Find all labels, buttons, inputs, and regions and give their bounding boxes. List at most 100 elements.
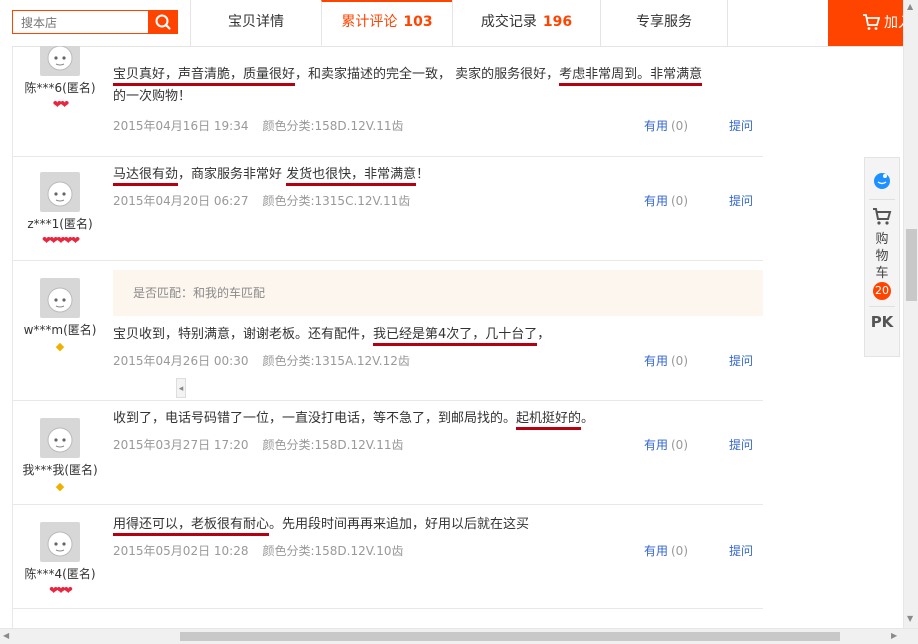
tab-item-details[interactable]: 宝贝详情 — [190, 0, 321, 46]
scroll-up-icon[interactable]: ▲ — [907, 2, 913, 12]
review-spec: 颜色分类:158D.12V.11齿 — [262, 119, 404, 133]
review-text-part: 收到了，电话号码错了一位，一直没打电话，等不急了，到邮局找的。 — [113, 411, 517, 426]
horizontal-scrollbar[interactable]: ◀ ▶ — [0, 628, 918, 644]
avatar — [40, 418, 80, 458]
tab-label: 累计评论 — [341, 14, 398, 30]
scroll-down-icon[interactable]: ▼ — [907, 614, 913, 624]
review-highlight: 考虑非常周到。非常满意 — [559, 67, 703, 86]
review-spec: 颜色分类:1315A.12V.12齿 — [262, 354, 410, 368]
useful-button[interactable]: 有用 (0) — [644, 352, 688, 370]
buyer-level-badge: ❤❤❤ — [49, 584, 73, 597]
side-cart-button[interactable]: 购物车 20 — [865, 206, 899, 300]
review-highlight: 用得还可以，老板很有耐心 — [113, 517, 270, 536]
review-highlight: 我已经是第4次了，几十台了 — [373, 327, 538, 346]
review-item: 陈***6(匿名) ❤❤ 宝贝真好，声音清脆，质量很好，和卖家描述的完全一致， … — [12, 46, 763, 157]
review-highlight: 起机挺好的 — [516, 411, 582, 430]
ask-question-link[interactable]: 提问 — [729, 192, 753, 210]
review-content: 收到了，电话号码错了一位，一直没打电话，等不急了，到邮局找的。起机挺好的。 20… — [113, 408, 763, 454]
review-content: 马达很有劲，商家服务非常好 发货也很快，非常满意！ 2015年04月20日 06… — [113, 164, 763, 210]
review-text: 用得还可以，老板很有耐心。先用段时间再再来追加，好用以后就在这买 — [113, 514, 763, 536]
shop-search-input[interactable] — [19, 12, 143, 34]
buyer-level-badge: ❤❤❤❤❤ — [41, 234, 80, 247]
useful-label: 有用 — [643, 438, 668, 452]
review-meta: 2015年04月16日 19:34 颜色分类:158D.12V.11齿 有用 (0)… — [113, 117, 763, 135]
buyer-level-badge: ◆ — [55, 480, 65, 493]
ask-question-link[interactable]: 提问 — [729, 352, 753, 370]
chat-button[interactable] — [865, 170, 899, 193]
useful-count: (0) — [671, 194, 688, 208]
reviewer-name: w***m(匿名) — [23, 323, 97, 337]
review-list: 陈***6(匿名) ❤❤ 宝贝真好，声音清脆，质量很好，和卖家描述的完全一致， … — [0, 46, 903, 630]
buyer-level-badge: ◆ — [55, 340, 65, 353]
add-to-cart-label: 加入购物车 — [884, 15, 903, 31]
scroll-left-icon[interactable]: ◀ — [3, 631, 9, 641]
review-date: 2015年04月16日 19:34 — [113, 119, 249, 133]
review-highlight: 马达很有劲 — [113, 167, 179, 186]
review-meta: 2015年05月02日 10:28 颜色分类:158D.12V.10齿 有用 (0)… — [113, 542, 763, 560]
useful-count: (0) — [671, 438, 688, 452]
review-item: w***m(匿名) ◆ 是否匹配：和我的车匹配 宝贝收到，特别满意，谢谢老板。还… — [12, 260, 763, 401]
scroll-right-icon[interactable]: ▶ — [891, 631, 897, 641]
reviewer-name: 陈***4(匿名) — [24, 567, 96, 581]
review-text: 宝贝收到，特别满意，谢谢老板。还有配件，我已经是第4次了，几十台了， — [113, 324, 763, 346]
avatar — [40, 46, 80, 76]
collapse-handle[interactable]: ◂ — [176, 378, 186, 398]
ask-question-link[interactable]: 提问 — [729, 436, 753, 454]
review-text-part: 宝贝收到，特别满意，谢谢老板。还有配件， — [113, 327, 374, 342]
review-content: 是否匹配：和我的车匹配 宝贝收到，特别满意，谢谢老板。还有配件，我已经是第4次了… — [113, 270, 763, 370]
tab-services[interactable]: 专享服务 — [600, 0, 728, 46]
review-text-part: 。 — [581, 411, 595, 426]
useful-label: 有用 — [643, 194, 668, 208]
useful-label: 有用 — [643, 544, 668, 558]
review-spec: 颜色分类:158D.12V.11齿 — [262, 438, 404, 452]
reviewer-name: 我***我(匿名) — [22, 463, 98, 477]
tab-label: 专享服务 — [636, 14, 692, 30]
review-content: 用得还可以，老板很有耐心。先用段时间再再来追加，好用以后就在这买 2015年05… — [113, 514, 763, 560]
review-date: 2015年03月27日 17:20 — [113, 438, 249, 452]
review-spec: 颜色分类:158D.12V.10齿 — [262, 544, 404, 558]
vertical-scroll-thumb[interactable] — [906, 229, 917, 301]
review-meta: 2015年04月26日 00:30 颜色分类:1315A.12V.12齿 有用 (0… — [113, 352, 763, 370]
review-spec: 颜色分类:1315C.12V.11齿 — [262, 194, 411, 208]
useful-button[interactable]: 有用 (0) — [644, 436, 688, 454]
compare-pk-button[interactable]: PK — [865, 313, 899, 331]
review-date: 2015年05月02日 10:28 — [113, 544, 249, 558]
tab-reviews[interactable]: 累计评论 103 — [321, 0, 452, 46]
horizontal-scroll-thumb[interactable] — [180, 632, 840, 641]
useful-label: 有用 — [643, 119, 668, 133]
cart-icon — [863, 14, 880, 30]
useful-button[interactable]: 有用 (0) — [644, 192, 688, 210]
ask-question-link[interactable]: 提问 — [729, 117, 753, 135]
review-text-part: ，和卖家描述的完全一致， 卖家的服务很好， — [295, 67, 560, 82]
review-text-part: 。先用段时间再再来追加，好用以后就在这买 — [269, 517, 530, 532]
add-to-cart-button[interactable]: 加入购物车 — [828, 0, 903, 46]
review-date: 2015年04月20日 06:27 — [113, 194, 249, 208]
review-text-part: ！ — [416, 167, 430, 182]
review-date: 2015年04月26日 00:30 — [113, 354, 249, 368]
useful-count: (0) — [671, 544, 688, 558]
vertical-scrollbar[interactable]: ▲ ▼ — [903, 0, 918, 628]
useful-button[interactable]: 有用 (0) — [644, 117, 688, 135]
match-info: 是否匹配：和我的车匹配 — [113, 270, 763, 316]
review-highlight: 宝贝真好，声音清脆，质量很好 — [113, 67, 296, 86]
shop-search-box — [12, 10, 148, 34]
search-button[interactable] — [148, 10, 178, 34]
review-count: 103 — [403, 14, 433, 30]
review-item: 陈***4(匿名) ❤❤❤ 用得还可以，老板很有耐心。先用段时间再再来追加，好用… — [12, 504, 763, 609]
review-text-part: ， — [537, 327, 551, 342]
tab-label: 宝贝详情 — [228, 14, 284, 30]
review-content: 宝贝真好，声音清脆，质量很好，和卖家描述的完全一致， 卖家的服务很好，考虑非常周… — [113, 64, 763, 135]
search-icon — [155, 14, 171, 30]
ask-question-link[interactable]: 提问 — [729, 542, 753, 560]
useful-button[interactable]: 有用 (0) — [644, 542, 688, 560]
tab-transactions[interactable]: 成交记录 196 — [452, 0, 600, 46]
side-toolbar: 购物车 20 PK — [864, 157, 900, 357]
transaction-count: 196 — [542, 14, 573, 30]
review-text: 宝贝真好，声音清脆，质量很好，和卖家描述的完全一致， 卖家的服务很好，考虑非常周… — [113, 64, 763, 108]
reviewer: 陈***4(匿名) ❤❤❤ — [12, 522, 108, 597]
reviewer: z***1(匿名) ❤❤❤❤❤ — [12, 172, 108, 247]
side-cart-label: 购物车 — [875, 232, 889, 281]
cart-count-badge: 20 — [873, 282, 891, 300]
reviewer-name: 陈***6(匿名) — [24, 81, 96, 95]
review-meta: 2015年03月27日 17:20 颜色分类:158D.12V.11齿 有用 (0)… — [113, 436, 763, 454]
